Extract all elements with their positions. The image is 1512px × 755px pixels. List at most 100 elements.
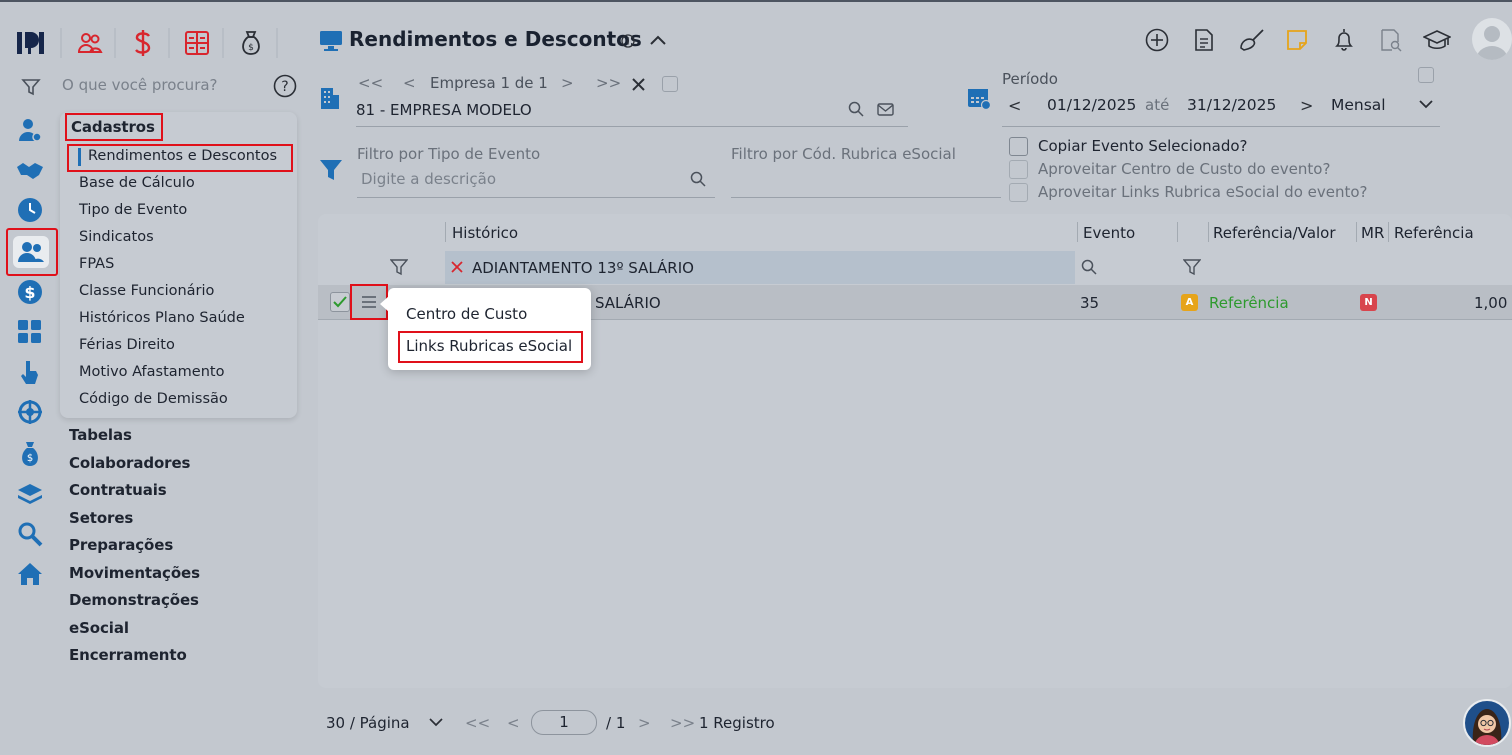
money-bag-blue-icon[interactable]: $ <box>16 440 44 468</box>
row-menu-icon[interactable] <box>359 294 379 310</box>
chevron-down-icon[interactable] <box>1417 97 1435 111</box>
sidebar-section-demonstracoes[interactable]: Demonstrações <box>69 591 199 609</box>
period-start[interactable]: 01/12/2025 <box>1047 96 1136 114</box>
row-referencia: 1,00 <box>1474 294 1508 312</box>
sidebar-section-setores[interactable]: Setores <box>69 509 133 527</box>
sidebar-section-contratuais[interactable]: Contratuais <box>69 481 167 499</box>
company-search-icon[interactable] <box>847 100 865 118</box>
svg-text:?: ? <box>281 79 288 95</box>
period-next-button[interactable]: > <box>1300 96 1313 115</box>
sticky-note-icon[interactable] <box>1284 27 1310 53</box>
sidebar-section-preparacoes[interactable]: Preparações <box>69 536 173 554</box>
filter-icon[interactable] <box>20 76 42 98</box>
page-last-button[interactable]: >> <box>670 714 695 732</box>
period-checkbox[interactable] <box>1418 67 1434 83</box>
sidebar-item-fpas[interactable]: FPAS <box>79 256 114 272</box>
search-input[interactable]: O que você procura? <box>62 76 218 94</box>
layers-icon[interactable] <box>16 480 44 508</box>
sidebar-item-historicos-plano[interactable]: Históricos Plano Saúde <box>79 310 245 326</box>
copiar-label: Copiar Evento Selecionado? <box>1038 137 1248 155</box>
dollar-red-icon[interactable] <box>129 29 157 57</box>
copiar-checkbox[interactable] <box>1009 137 1028 156</box>
links-checkbox[interactable] <box>1009 183 1028 202</box>
help-icon[interactable]: ? <box>273 74 297 98</box>
sidebar-item-base-calculo[interactable]: Base de Cálculo <box>79 175 195 191</box>
calculator-red-icon[interactable] <box>183 29 211 57</box>
user-avatar[interactable] <box>1472 18 1512 60</box>
money-bag-icon[interactable]: $ <box>237 29 265 57</box>
sidebar-section-colaboradores[interactable]: Colaboradores <box>69 454 190 472</box>
evento-search-icon[interactable] <box>1080 258 1098 276</box>
graduation-cap-icon[interactable] <box>1423 27 1451 53</box>
people-red-icon[interactable] <box>76 29 104 57</box>
app-logo[interactable] <box>14 26 48 60</box>
ref-type-badge: A <box>1181 294 1198 311</box>
page-input[interactable]: 1 <box>531 710 597 735</box>
close-icon[interactable] <box>630 76 646 92</box>
sidebar-section-esocial[interactable]: eSocial <box>69 619 129 637</box>
ref-filter-icon[interactable] <box>1182 257 1202 277</box>
sidebar-item-ferias-direito[interactable]: Férias Direito <box>79 337 175 353</box>
rubrica-filter-field[interactable] <box>731 166 1001 198</box>
home-icon[interactable] <box>16 560 44 588</box>
mail-icon[interactable] <box>876 100 894 118</box>
page-next-button[interactable]: > <box>638 714 651 732</box>
broom-icon[interactable] <box>1238 27 1266 53</box>
nav-last-button[interactable]: >> <box>596 74 621 92</box>
dollar-circle-icon[interactable]: $ <box>16 278 44 306</box>
clock-icon[interactable] <box>16 196 44 224</box>
nav-next-button[interactable]: > <box>561 74 574 92</box>
document-icon[interactable] <box>1191 27 1217 53</box>
document-search-icon[interactable] <box>1378 27 1404 53</box>
collapse-chevron-icon[interactable] <box>648 30 668 50</box>
add-circle-icon[interactable] <box>1144 27 1170 53</box>
page-title: Rendimentos e Descontos <box>349 27 642 51</box>
page-first-button[interactable]: << <box>465 714 490 732</box>
period-prev-button[interactable]: < <box>1008 96 1021 115</box>
nav-first-button[interactable]: << <box>358 74 383 92</box>
row-filter-icon[interactable] <box>389 257 409 277</box>
handshake-icon[interactable] <box>16 156 44 184</box>
sidebar-section-tabelas[interactable]: Tabelas <box>69 426 132 444</box>
gear-network-icon[interactable] <box>16 398 44 426</box>
period-mode-select[interactable]: Mensal <box>1331 96 1386 114</box>
col-evento[interactable]: Evento <box>1083 224 1135 242</box>
bell-icon[interactable] <box>1331 27 1357 53</box>
sidebar-item-tipo-evento[interactable]: Tipo de Evento <box>79 202 187 218</box>
clear-filter-icon[interactable] <box>450 260 464 274</box>
people-icon[interactable] <box>13 236 49 268</box>
sidebar-section-movimentacoes[interactable]: Movimentações <box>69 564 200 582</box>
nav-prev-button[interactable]: < <box>403 74 416 92</box>
col-referencia[interactable]: Referência <box>1394 224 1474 242</box>
company-value[interactable]: 81 - EMPRESA MODELO <box>356 101 532 119</box>
page-prev-button[interactable]: < <box>507 714 520 732</box>
col-referencia-valor[interactable]: Referência/Valor <box>1213 224 1336 242</box>
sidebar-item-sindicatos[interactable]: Sindicatos <box>79 229 154 245</box>
menu-item-centro-custo[interactable]: Centro de Custo <box>406 305 527 323</box>
sidebar-item-motivo-afastamento[interactable]: Motivo Afastamento <box>79 364 224 380</box>
divider <box>168 28 170 58</box>
page-size-chevron-icon[interactable] <box>428 716 444 728</box>
sidebar-item-rendimentos[interactable]: Rendimentos e Descontos <box>88 148 277 164</box>
hand-pointer-icon[interactable] <box>16 358 44 386</box>
tipo-search-icon[interactable] <box>689 170 707 188</box>
historico-filter-value[interactable]: ADIANTAMENTO 13º SALÁRIO <box>472 259 694 277</box>
period-end[interactable]: 31/12/2025 <box>1187 96 1276 114</box>
assistant-avatar[interactable] <box>1463 699 1511 747</box>
info-icon[interactable] <box>620 33 636 49</box>
sidebar-section-cadastros[interactable]: Cadastros <box>71 118 155 136</box>
sidebar-item-classe-funcionario[interactable]: Classe Funcionário <box>79 283 214 299</box>
row-checkbox[interactable] <box>330 292 350 312</box>
col-mr[interactable]: MR <box>1361 224 1384 242</box>
page-size-select[interactable]: 30 / Página <box>326 714 410 732</box>
user-settings-icon[interactable] <box>16 116 44 144</box>
menu-item-links-rubricas[interactable]: Links Rubricas eSocial <box>406 337 572 355</box>
calculator-icon[interactable] <box>16 318 44 346</box>
sidebar-section-encerramento[interactable]: Encerramento <box>69 646 187 664</box>
centro-checkbox[interactable] <box>1009 160 1028 179</box>
company-all-checkbox[interactable] <box>662 76 678 92</box>
search-blue-icon[interactable] <box>16 520 44 548</box>
col-historico[interactable]: Histórico <box>452 224 518 242</box>
tipo-filter-input[interactable]: Digite a descrição <box>361 170 496 188</box>
sidebar-item-codigo-demissao[interactable]: Código de Demissão <box>79 391 228 407</box>
